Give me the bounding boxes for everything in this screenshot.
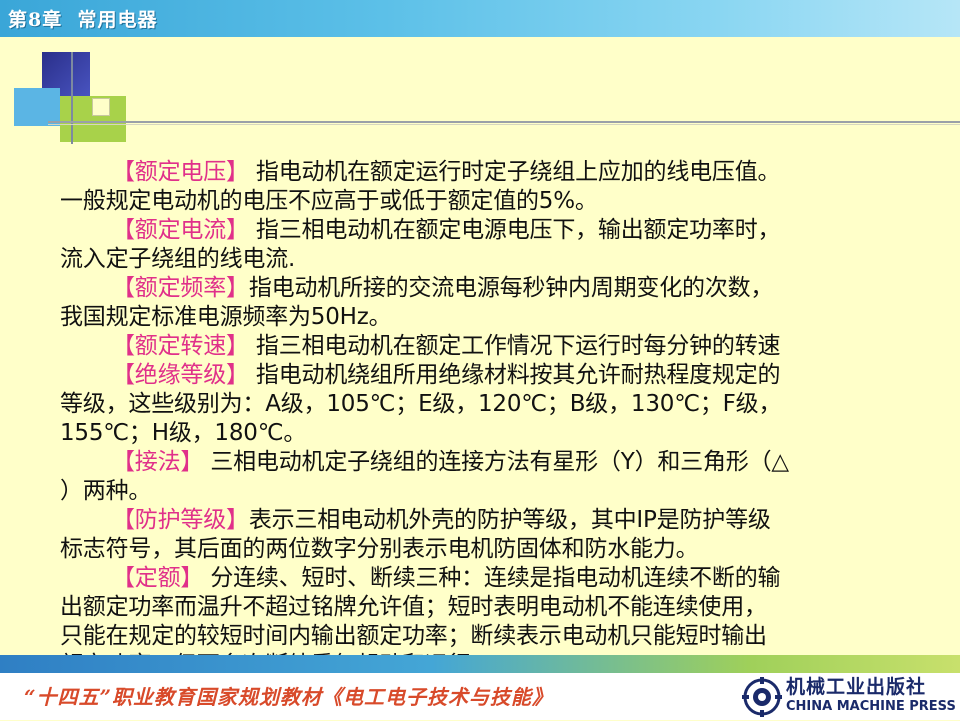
term-tag: 【额定频率】: [112, 275, 249, 301]
term-text: ）两种。: [60, 478, 152, 504]
text-line: 【防护等级】表示三相电动机外壳的防护等级，其中IP是防护等级: [60, 506, 900, 535]
term-text: 指电动机所接的交流电源每秒钟内周期变化的次数，: [248, 275, 774, 301]
text-line: 流入定子绕组的线电流.: [60, 245, 900, 274]
decor-vertical-line: [71, 52, 73, 144]
decor-square-small: [92, 98, 110, 116]
term-tag: 【额定转速】: [112, 333, 249, 359]
term-text: 155℃；H级，180℃。: [60, 420, 307, 446]
term-text: 标志符号，其后面的两位数字分别表示电机防固体和防水能力。: [60, 536, 699, 562]
text-line: 【额定电流】 指三相电动机在额定电源电压下，输出额定功率时，: [60, 216, 900, 245]
text-line: 只能在规定的较短时间内输出额定功率；断续表示电动机只能短时输出: [60, 622, 900, 651]
term-text: 只能在规定的较短时间内输出额定功率；断续表示电动机只能短时输出: [60, 623, 767, 649]
term-tag: 【绝缘等级】: [112, 362, 249, 388]
chapter-header-bar: 第8章 常用电器: [0, 0, 960, 37]
publisher-logo-icon: [742, 677, 782, 717]
text-line: 【接法】 三相电动机定子绕组的连接方法有星形（Y）和三角形（△: [60, 448, 900, 477]
text-line: ）两种。: [60, 477, 900, 506]
term-text: 指电动机绕组所用绝缘材料按其允许耐热程度规定的: [248, 362, 781, 388]
term-tag: 【额定电流】: [112, 217, 249, 243]
publisher-name-cn: 机械工业出版社: [786, 676, 927, 698]
term-tag: 【额定电压】: [112, 159, 249, 185]
body-text: 【额定电压】 指电动机在额定运行时定子绕组上应加的线电压值。 一般规定电动机的电压…: [60, 158, 900, 680]
text-line: 【额定频率】指电动机所接的交流电源每秒钟内周期变化的次数，: [60, 274, 900, 303]
term-text: 表示三相电动机外壳的防护等级，其中IP是防护等级: [248, 507, 771, 533]
term-text: 指电动机在额定运行时定子绕组上应加的线电压值。: [248, 159, 781, 185]
text-line: 标志符号，其后面的两位数字分别表示电机防固体和防水能力。: [60, 535, 900, 564]
term-tag: 【防护等级】: [112, 507, 249, 533]
textbook-series-title: “十四五”职业教育国家规划教材《电工电子技术与技能》: [24, 685, 554, 709]
footer-stripe: [0, 655, 960, 673]
chapter-title: 第8章 常用电器: [8, 9, 158, 31]
term-text: 出额定功率而温升不超过铭牌允许值；短时表明电动机不能连续使用，: [60, 594, 767, 620]
decor-horizontal-line-light: [48, 124, 960, 125]
term-text: 指三相电动机在额定工作情况下运行时每分钟的转速: [248, 333, 781, 359]
publisher-name: 机械工业出版社 CHINA MACHINE PRESS: [786, 676, 958, 716]
text-line: 【额定电压】 指电动机在额定运行时定子绕组上应加的线电压值。: [60, 158, 900, 187]
text-line: 出额定功率而温升不超过铭牌允许值；短时表明电动机不能连续使用，: [60, 593, 900, 622]
term-text: 三相电动机定子绕组的连接方法有星形（Y）和三角形（△: [203, 449, 789, 475]
term-text: 指三相电动机在额定电源电压下，输出额定功率时，: [248, 217, 781, 243]
text-line: 一般规定电动机的电压不应高于或低于额定值的5%。: [60, 187, 900, 216]
term-tag: 【定额】: [112, 565, 204, 591]
text-line: 【绝缘等级】 指电动机绕组所用绝缘材料按其允许耐热程度规定的: [60, 361, 900, 390]
text-line: 我国规定标准电源频率为50Hz。: [60, 303, 900, 332]
decor-horizontal-line: [48, 121, 960, 123]
text-line: 【定额】 分连续、短时、断续三种：连续是指电动机连续不断的输: [60, 564, 900, 593]
text-line: 等级，这些级别为：A级，105℃；E级，120℃；B级，130℃；F级，: [60, 390, 900, 419]
term-text: 流入定子绕组的线电流.: [60, 246, 296, 272]
term-text: 等级，这些级别为：A级，105℃；E级，120℃；B级，130℃；F级，: [60, 391, 782, 417]
text-line: 155℃；H级，180℃。: [60, 419, 900, 448]
term-tag: 【接法】: [112, 449, 204, 475]
text-line: 【额定转速】 指三相电动机在额定工作情况下运行时每分钟的转速: [60, 332, 900, 361]
term-text: 分连续、短时、断续三种：连续是指电动机连续不断的输: [203, 565, 781, 591]
term-text: 我国规定标准电源频率为50Hz。: [60, 304, 392, 330]
publisher-name-en: CHINA MACHINE PRESS: [786, 699, 956, 714]
term-text: 一般规定电动机的电压不应高于或低于额定值的5%。: [60, 188, 598, 214]
